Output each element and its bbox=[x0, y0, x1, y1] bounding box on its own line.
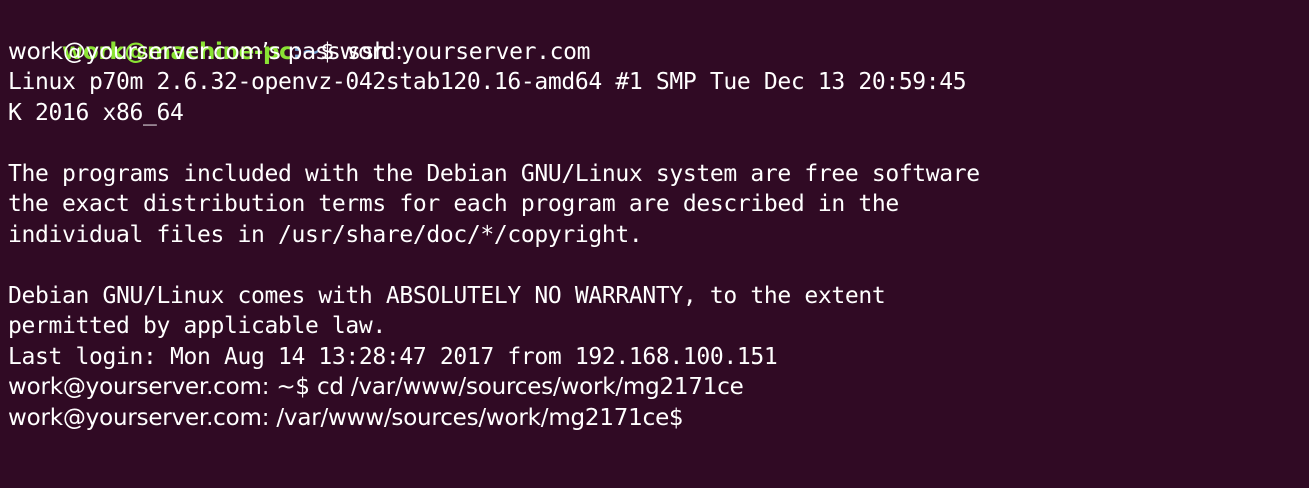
uname-output-line-1: Linux p70m 2.6.32-openvz-042stab120.16-a… bbox=[8, 69, 967, 95]
motd-programs-line-1: The programs included with the Debian GN… bbox=[8, 160, 980, 187]
local-prompt-line: work@machine-pc:~$ ssh yourserver.com bbox=[8, 6, 1309, 65]
last-login-line: Last login: Mon Aug 14 13:28:47 2017 fro… bbox=[8, 343, 778, 370]
uname-output-line-2: K 2016 x86_64 bbox=[8, 99, 184, 126]
terminal-window[interactable]: work@machine-pc:~$ ssh yourserver.com wo… bbox=[0, 0, 1309, 488]
motd-warranty-line-2: permitted by applicable law. bbox=[8, 313, 386, 339]
motd-warranty-line-1: Debian GNU/Linux comes with ABSOLUTELY N… bbox=[8, 282, 886, 309]
remote-prompt-current-line[interactable]: work@yourserver.com: /var/www/sources/wo… bbox=[8, 403, 1309, 434]
remote-prompt-cd-line: work@yourserver.com: ~$ cd /var/www/sour… bbox=[8, 374, 744, 400]
motd-programs-line-2: the exact distribution terms for each pr… bbox=[8, 191, 899, 217]
password-prompt: work@yourserver.com’s password: bbox=[8, 38, 403, 65]
motd-programs-line-3: individual files in /usr/share/doc/*/cop… bbox=[8, 221, 643, 248]
